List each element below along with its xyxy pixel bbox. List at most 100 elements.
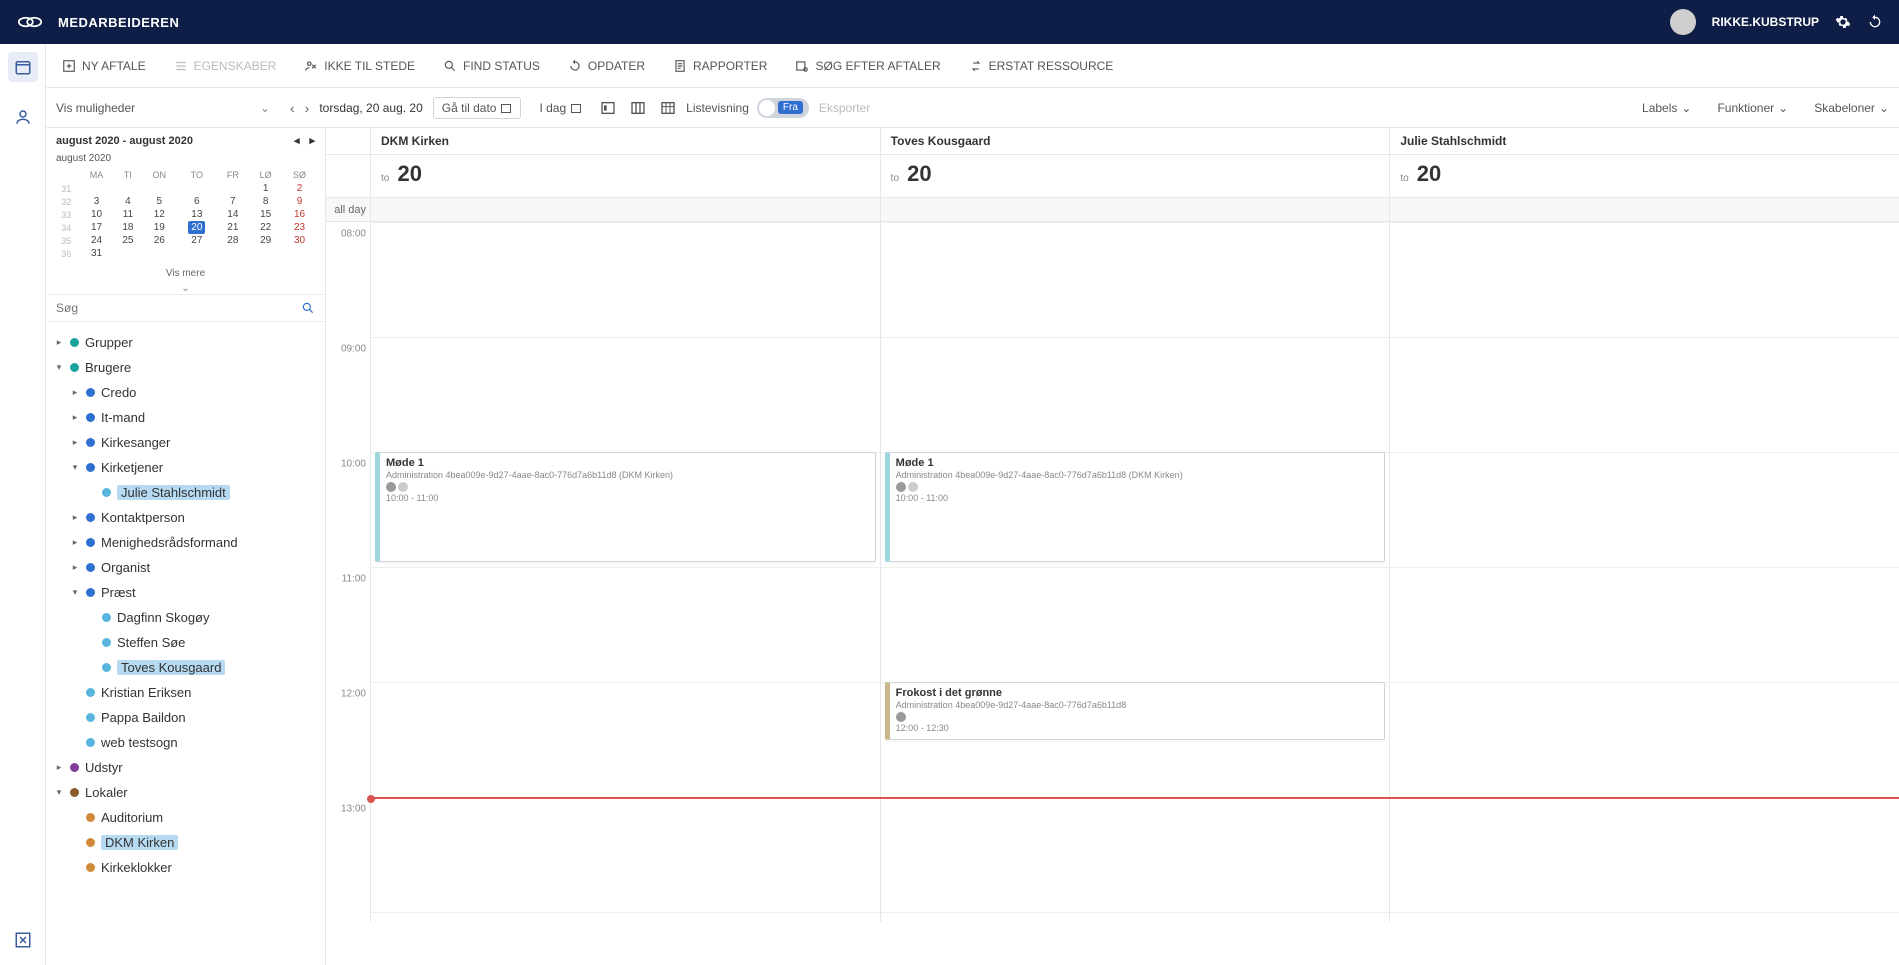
expand-toggle[interactable]: ▸ [70,512,80,523]
expand-toggle[interactable]: ▸ [70,537,80,548]
ga-til-dato-button[interactable]: Gå til dato [433,97,522,119]
minical-day[interactable] [216,182,249,195]
tree-item[interactable]: Auditorium [46,808,325,827]
minical-day[interactable]: 1 [249,182,282,195]
minical-day[interactable]: 11 [114,208,141,221]
minical-day[interactable]: 21 [216,221,249,234]
minical-day[interactable] [141,247,177,260]
avatar[interactable] [1670,9,1696,35]
minical-next[interactable]: ▸ [309,134,315,147]
tree-item[interactable]: ▾Præst [46,583,325,602]
tree-item[interactable]: ▸Organist [46,558,325,577]
calendar-event[interactable]: Møde 1Administration 4bea009e-9d27-4aae-… [885,452,1386,562]
minical-day[interactable]: 13 [177,208,216,221]
tree-item[interactable]: DKM Kirken [46,833,325,852]
view-day-icon[interactable] [600,100,616,116]
tree-item[interactable]: Kirkeklokker [46,858,325,877]
minical-prev[interactable]: ◂ [294,134,300,147]
list-toggle[interactable]: Fra [757,98,809,118]
minical-day[interactable]: 26 [141,234,177,247]
expand-toggle[interactable]: ▸ [54,337,64,348]
vis-muligheder[interactable]: Vis muligheder [56,101,135,115]
tree-item[interactable]: ▸Kirkesanger [46,433,325,452]
allday-cell[interactable] [880,198,1390,221]
minical-day[interactable]: 25 [114,234,141,247]
rail-person[interactable] [8,102,38,132]
allday-cell[interactable] [370,198,880,221]
day-column[interactable]: Møde 1Administration 4bea009e-9d27-4aae-… [880,222,1390,922]
tree-item[interactable]: Julie Stahlschmidt [46,483,325,502]
minical-day[interactable] [79,182,115,195]
chevron-down-icon[interactable]: ⌄ [260,101,270,115]
rail-close[interactable] [8,925,38,955]
minical-day[interactable]: 6 [177,195,216,208]
expand-toggle[interactable]: ▾ [70,462,80,473]
tree-item[interactable]: ▸Grupper [46,333,325,352]
minical-day[interactable]: 19 [141,221,177,234]
tree-item[interactable]: ▾Kirketjener [46,458,325,477]
minical-day[interactable]: 24 [79,234,115,247]
view-month-icon[interactable] [660,100,676,116]
day-column[interactable] [1389,222,1899,922]
minical-day[interactable]: 18 [114,221,141,234]
tb-erstat[interactable]: ERSTAT RESSOURCE [969,59,1114,73]
minical-day[interactable] [249,247,282,260]
minical-day[interactable]: 27 [177,234,216,247]
i-dag-button[interactable]: I dag [531,98,590,118]
tree-item[interactable]: web testsogn [46,733,325,752]
minical-day[interactable] [216,247,249,260]
minical-day[interactable]: 2 [282,182,317,195]
tb-find-status[interactable]: FIND STATUS [443,59,540,73]
skabeloner-dropdown[interactable]: Skabeloner⌄ [1814,101,1889,115]
resource-tree[interactable]: ▸Grupper▾Brugere▸Credo▸It-mand▸Kirkesang… [46,322,325,965]
minical-day[interactable]: 14 [216,208,249,221]
minical-day[interactable]: 22 [249,221,282,234]
tree-item[interactable]: Steffen Søe [46,633,325,652]
calendar-event[interactable]: Møde 1Administration 4bea009e-9d27-4aae-… [375,452,876,562]
tree-item[interactable]: ▾Lokaler [46,783,325,802]
next-arrow[interactable]: › [305,100,310,116]
minical-day[interactable]: 17 [79,221,115,234]
tree-item[interactable]: Kristian Eriksen [46,683,325,702]
minical-day[interactable]: 3 [79,195,115,208]
allday-cell[interactable] [1389,198,1899,221]
minical-day[interactable]: 28 [216,234,249,247]
tree-item[interactable]: Dagfinn Skogøy [46,608,325,627]
calendar-event[interactable]: Frokost i det grønneAdministration 4bea0… [885,682,1386,740]
expand-toggle[interactable]: ▸ [70,412,80,423]
search-icon[interactable] [301,301,315,315]
expand-toggle[interactable]: ▾ [70,587,80,598]
day-column[interactable]: Møde 1Administration 4bea009e-9d27-4aae-… [370,222,880,922]
rail-calendar[interactable] [8,52,38,82]
tree-item[interactable]: Toves Kousgaard [46,658,325,677]
view-week-icon[interactable] [630,100,646,116]
expand-toggle[interactable]: ▸ [70,562,80,573]
tb-sog-efter[interactable]: SØG EFTER AFTALER [795,59,940,73]
minical-day[interactable]: 12 [141,208,177,221]
minical-day[interactable]: 10 [79,208,115,221]
minical-day[interactable]: 9 [282,195,317,208]
minical-day[interactable] [282,247,317,260]
expand-toggle[interactable]: ▸ [70,437,80,448]
minical-day[interactable]: 8 [249,195,282,208]
tb-opdater[interactable]: OPDATER [568,59,645,73]
labels-dropdown[interactable]: Labels⌄ [1642,101,1691,115]
minical-day[interactable]: 16 [282,208,317,221]
minical-day[interactable]: 29 [249,234,282,247]
minical-table[interactable]: MATIONTOFRLØSØ 3112323456789331011121314… [54,168,317,260]
expand-toggle[interactable]: ▸ [70,387,80,398]
expand-toggle[interactable]: ▸ [54,762,64,773]
tree-item[interactable]: ▸Menighedsrådsformand [46,533,325,552]
tree-item[interactable]: ▾Brugere [46,358,325,377]
expand-toggle[interactable]: ▾ [54,787,64,798]
tree-item[interactable]: ▸Kontaktperson [46,508,325,527]
tb-rapporter[interactable]: RAPPORTER [673,59,767,73]
gear-icon[interactable] [1835,14,1851,30]
chevron-down-icon[interactable]: ⌄ [46,283,325,294]
minical-day[interactable]: 4 [114,195,141,208]
tb-ny-aftale[interactable]: NY AFTALE [62,59,146,73]
refresh-icon[interactable] [1867,14,1883,30]
minical-day[interactable] [114,182,141,195]
tree-item[interactable]: Pappa Baildon [46,708,325,727]
minical-day[interactable]: 20 [177,221,216,234]
